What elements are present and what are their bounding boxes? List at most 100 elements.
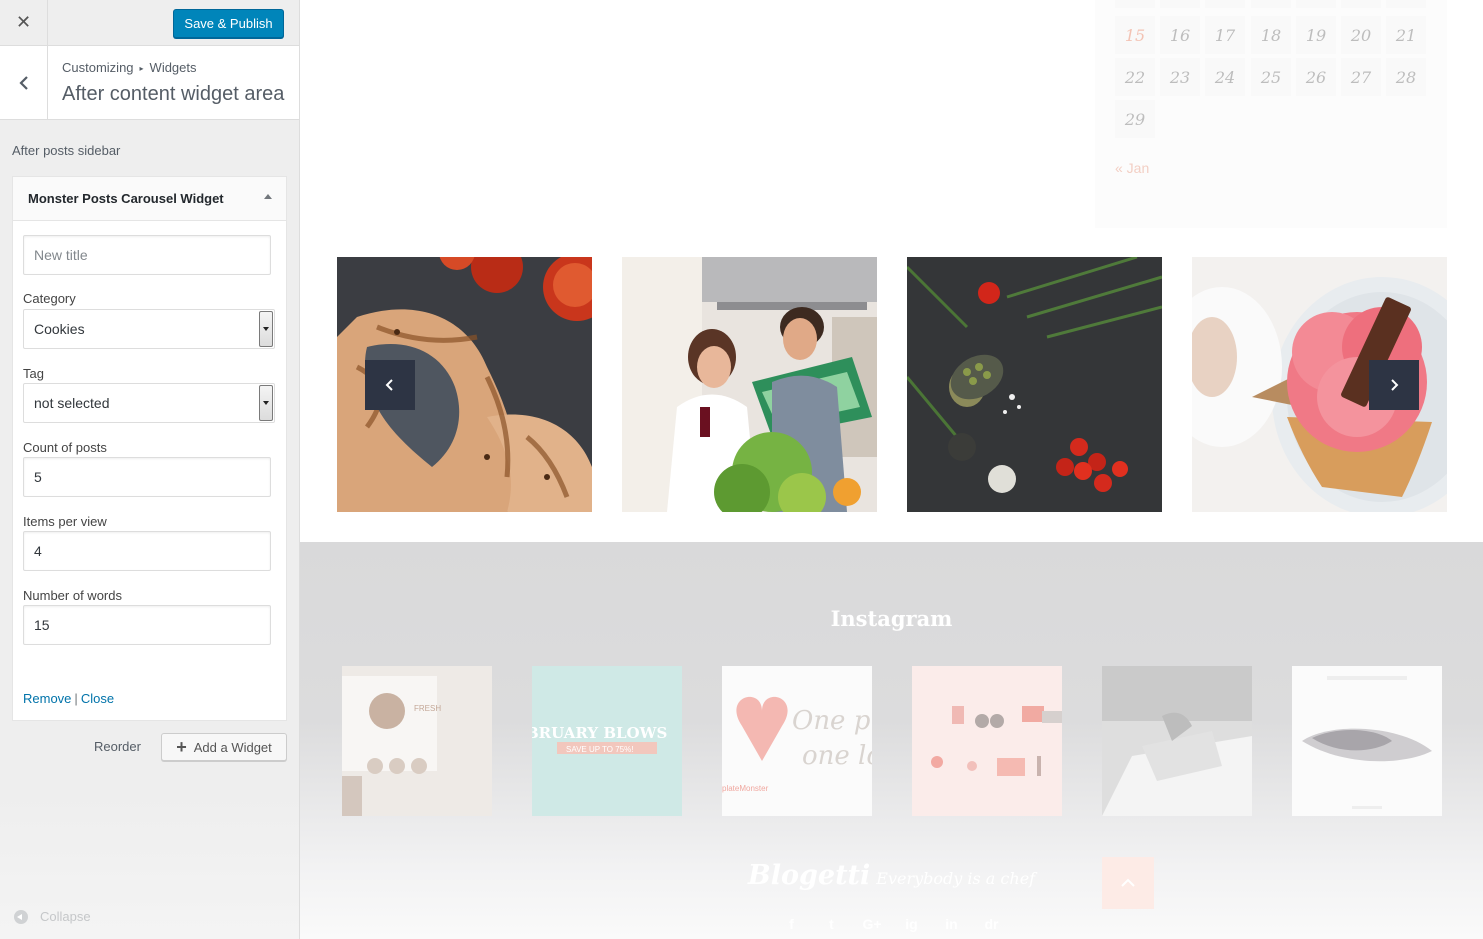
calendar-prev-link[interactable]: « Jan bbox=[1115, 160, 1149, 176]
chevron-up-icon bbox=[1121, 878, 1135, 887]
chevron-right-icon bbox=[1391, 379, 1399, 391]
add-widget-button[interactable]: + Add a Widget bbox=[161, 733, 287, 761]
site-logo[interactable]: Blogetti bbox=[748, 860, 870, 891]
posts-carousel bbox=[337, 257, 1447, 512]
save-publish-button[interactable]: Save & Publish bbox=[173, 9, 284, 38]
carousel-next-button[interactable] bbox=[1369, 360, 1419, 410]
couple-image bbox=[622, 257, 877, 512]
footer-logo-line: Blogetti Everybody is a chef bbox=[300, 860, 1483, 891]
calendar-day: 25 bbox=[1251, 58, 1291, 96]
breadcrumb-separator-icon: ▸ bbox=[139, 64, 144, 73]
back-to-top-button[interactable] bbox=[1102, 857, 1154, 909]
tag-value: not selected bbox=[34, 395, 110, 411]
widget-actions: Remove | Close bbox=[23, 691, 114, 706]
instagram-photo-1: FRESH bbox=[342, 666, 492, 816]
items-per-view-input[interactable] bbox=[23, 531, 271, 571]
carousel-widget-panel: Monster Posts Carousel Widget Category C… bbox=[12, 176, 287, 721]
instagram-icon[interactable]: ig bbox=[903, 916, 921, 934]
calendar-day bbox=[1341, 0, 1381, 8]
facebook-icon[interactable]: f bbox=[783, 916, 801, 934]
area-description: After posts sidebar bbox=[12, 143, 121, 158]
chevron-left-icon bbox=[18, 75, 28, 90]
social-links: f t G+ ig in dr bbox=[300, 916, 1483, 934]
instagram-title: Instagram bbox=[830, 606, 953, 631]
calendar-day bbox=[1296, 0, 1336, 8]
add-widget-label: Add a Widget bbox=[193, 739, 272, 755]
customizer-header: ✕ Save & Publish bbox=[0, 0, 299, 46]
insta-text: one lo bbox=[802, 741, 872, 771]
collapse-arrow-icon[interactable] bbox=[264, 194, 272, 199]
instagram-photo-5 bbox=[1102, 666, 1252, 816]
reorder-link[interactable]: Reorder bbox=[94, 739, 141, 754]
collapse-label: Collapse bbox=[40, 909, 91, 924]
items-per-view-label: Items per view bbox=[23, 514, 107, 529]
calendar-day: 23 bbox=[1160, 58, 1200, 96]
number-of-words-label: Number of words bbox=[23, 588, 122, 603]
instagram-photo[interactable] bbox=[1292, 666, 1442, 816]
insta-text: BRUARY BLOWS bbox=[532, 724, 667, 742]
carousel-prev-button[interactable] bbox=[365, 360, 415, 410]
calendar-widget: 15 16 17 18 19 20 21 22 23 24 25 26 27 28 29 « Jan bbox=[1095, 0, 1447, 228]
insta-text: FRESH bbox=[414, 704, 441, 713]
carousel-slide[interactable] bbox=[622, 257, 877, 512]
instagram-photo-4 bbox=[912, 666, 1062, 816]
chevron-left-icon bbox=[385, 379, 393, 391]
twitter-icon[interactable]: t bbox=[823, 916, 841, 934]
count-of-posts-input[interactable] bbox=[23, 457, 271, 497]
plus-icon: + bbox=[176, 737, 187, 757]
collapse-button[interactable]: Collapse bbox=[14, 909, 91, 924]
calendar-day: 24 bbox=[1205, 58, 1245, 96]
site-footer: Instagram FRESH BRUARY BLOWS SAVE UP TO … bbox=[300, 542, 1483, 939]
dropdown-arrow-icon[interactable] bbox=[259, 385, 273, 421]
calendar-day: 15 bbox=[1115, 16, 1155, 54]
calendar-day: 29 bbox=[1115, 100, 1155, 138]
back-button[interactable] bbox=[0, 46, 48, 119]
calendar-day: 20 bbox=[1341, 16, 1381, 54]
tag-select[interactable]: not selected bbox=[23, 383, 275, 423]
count-label: Count of posts bbox=[23, 440, 107, 455]
calendar-day bbox=[1386, 0, 1426, 8]
calendar-day bbox=[1160, 0, 1200, 8]
calendar-day bbox=[1251, 0, 1291, 8]
instagram-photo[interactable]: BRUARY BLOWS SAVE UP TO 75%! bbox=[532, 666, 682, 816]
remove-link[interactable]: Remove bbox=[23, 691, 71, 706]
calendar-day: 28 bbox=[1386, 58, 1426, 96]
link-separator: | bbox=[74, 691, 78, 706]
instagram-photo[interactable] bbox=[1102, 666, 1252, 816]
calendar-day: 27 bbox=[1341, 58, 1381, 96]
widget-header[interactable]: Monster Posts Carousel Widget bbox=[13, 177, 286, 221]
breadcrumb-child: Widgets bbox=[149, 60, 197, 75]
breadcrumb: Customizing ▸ Widgets bbox=[62, 60, 197, 75]
calendar-day: 21 bbox=[1386, 16, 1426, 54]
number-of-words-input[interactable] bbox=[23, 605, 271, 645]
widget-title-input[interactable] bbox=[23, 235, 271, 275]
instagram-photo-6 bbox=[1292, 666, 1442, 816]
calendar-day bbox=[1115, 0, 1155, 8]
site-tagline: Everybody is a chef bbox=[876, 869, 1036, 888]
calendar-day: 17 bbox=[1205, 16, 1245, 54]
dropdown-arrow-icon[interactable] bbox=[259, 311, 273, 347]
section-heading: After content widget area bbox=[62, 83, 285, 105]
close-icon[interactable]: ✕ bbox=[0, 0, 48, 45]
instagram-photo[interactable] bbox=[912, 666, 1062, 816]
site-preview: 15 16 17 18 19 20 21 22 23 24 25 26 27 28 29 « Jan bbox=[300, 0, 1483, 939]
carousel-slide[interactable] bbox=[907, 257, 1162, 512]
instagram-photo[interactable]: One pr one lo plateMonster bbox=[722, 666, 872, 816]
breadcrumb-root: Customizing bbox=[62, 60, 134, 75]
customizer-sidebar: ✕ Save & Publish Customizing ▸ Widgets Aft… bbox=[0, 0, 300, 939]
calendar-day: 18 bbox=[1251, 16, 1291, 54]
tag-label: Tag bbox=[23, 366, 44, 381]
close-link[interactable]: Close bbox=[81, 691, 114, 706]
spices-image bbox=[907, 257, 1162, 512]
instagram-photo[interactable]: FRESH bbox=[342, 666, 492, 816]
linkedin-icon[interactable]: in bbox=[943, 916, 961, 934]
calendar-day bbox=[1205, 0, 1245, 8]
insta-text: plateMonster bbox=[722, 784, 769, 793]
dribbble-icon[interactable]: dr bbox=[983, 916, 1001, 934]
calendar-day: 22 bbox=[1115, 58, 1155, 96]
instagram-photo-2: BRUARY BLOWS SAVE UP TO 75%! bbox=[532, 666, 682, 816]
collapse-icon bbox=[14, 909, 28, 924]
google-plus-icon[interactable]: G+ bbox=[863, 916, 882, 934]
insta-text: One pr bbox=[792, 706, 872, 736]
category-select[interactable]: Cookies bbox=[23, 309, 275, 349]
